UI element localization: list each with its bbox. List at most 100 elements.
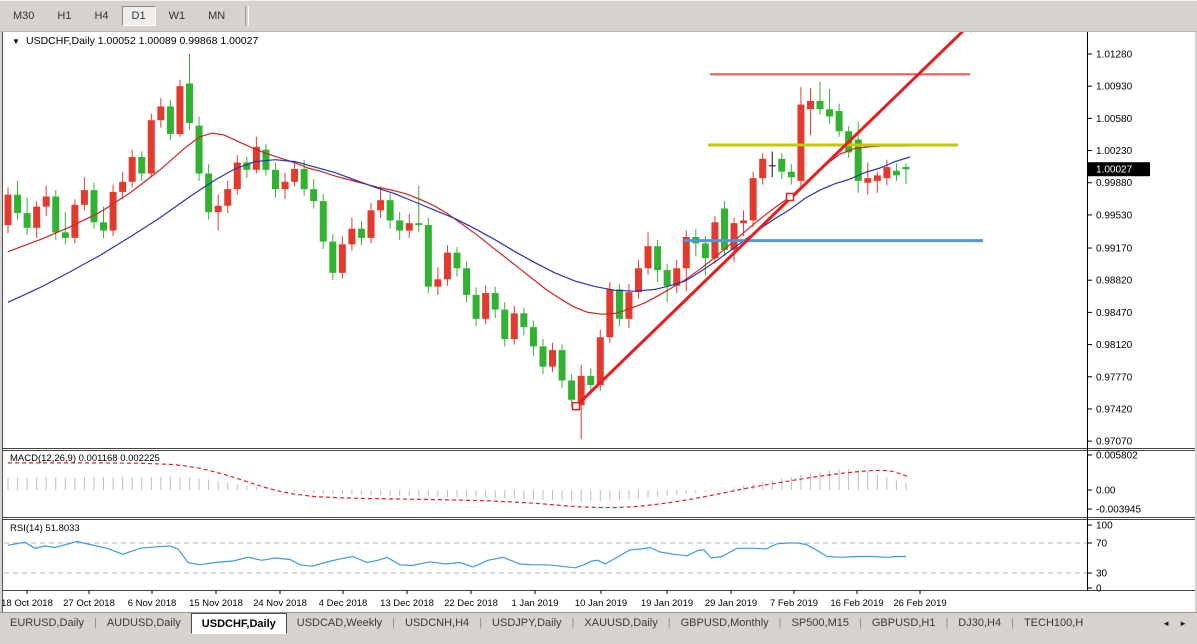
price-chart-svg: ▼ USDCHF,Daily 1.00052 1.00089 0.99868 1.… xyxy=(0,0,1197,644)
candle-body xyxy=(740,220,747,223)
date-axis-label: 24 Nov 2018 xyxy=(253,598,307,609)
candle-body xyxy=(597,337,604,385)
price-axis-label: 1.01280 xyxy=(1096,50,1133,61)
date-axis-label: 16 Feb 2019 xyxy=(830,598,883,609)
candle-body xyxy=(769,165,776,166)
timeframe-button-mn[interactable]: MN xyxy=(198,6,235,26)
date-axis-label: 27 Oct 2018 xyxy=(63,598,115,609)
candle-body xyxy=(62,232,69,238)
current-price-label: 1.00027 xyxy=(1096,165,1133,176)
price-axis-label: 0.98820 xyxy=(1096,276,1133,287)
candle-body xyxy=(272,170,279,189)
macd-axis-label: -0.003945 xyxy=(1096,505,1141,516)
candle-body xyxy=(434,279,441,286)
candle-body xyxy=(129,157,136,182)
date-axis-label: 4 Dec 2018 xyxy=(319,598,368,609)
chart-tab-eurusd[interactable]: EURUSD,Daily xyxy=(0,613,94,632)
candle-body xyxy=(645,246,652,268)
chart-tab-gbpusd[interactable]: GBPUSD,Monthly xyxy=(671,613,779,632)
candle-body xyxy=(501,310,508,339)
candle-body xyxy=(196,126,203,174)
rsi-axis-label: 0 xyxy=(1096,584,1102,595)
candle-body xyxy=(425,225,432,287)
price-axis-label: 0.97070 xyxy=(1096,437,1133,448)
date-axis-label: 18 Oct 2018 xyxy=(1,598,53,609)
macd-axis-label: 0.005802 xyxy=(1096,451,1138,462)
candle-body xyxy=(301,169,308,189)
candle-body xyxy=(482,293,489,319)
chart-tab-usdcad[interactable]: USDCAD,Weekly xyxy=(287,613,392,632)
candle-body xyxy=(520,313,527,327)
candle-body xyxy=(358,229,365,238)
chart-tab-dj30[interactable]: DJ30,H4 xyxy=(948,613,1011,632)
candle-body xyxy=(396,220,403,230)
scroll-tabs-right-button[interactable]: ► xyxy=(1179,619,1187,628)
chart-tab-xauusd[interactable]: XAUUSD,Daily xyxy=(574,613,667,632)
candle-body xyxy=(874,175,881,181)
candle-body xyxy=(406,223,413,230)
candle-body xyxy=(453,253,460,269)
rsi-label: RSI(14) 51.8033 xyxy=(10,523,80,534)
chart-title-ohlc: USDCHF,Daily 1.00052 1.00089 0.99868 1.0… xyxy=(26,35,258,47)
candle-body xyxy=(387,200,394,220)
date-axis-label: 1 Jan 2019 xyxy=(511,598,558,609)
chart-tab-usdjpy[interactable]: USDJPY,Daily xyxy=(482,613,572,632)
macd-label: MACD(12,26,9) 0.001168 0.002225 xyxy=(10,453,160,464)
chart-tab-usdcnh[interactable]: USDCNH,H4 xyxy=(395,613,479,632)
candle-body xyxy=(721,208,728,249)
collapse-triangle-icon: ▼ xyxy=(12,37,20,46)
timeframe-button-d1[interactable]: D1 xyxy=(122,6,156,26)
candle-body xyxy=(587,376,594,385)
candle-body xyxy=(100,222,107,230)
candle-body xyxy=(817,101,824,109)
candle-body xyxy=(836,111,843,131)
chart-tab-usdchf[interactable]: USDCHF,Daily xyxy=(191,613,287,634)
chart-tab-sp500[interactable]: SP500,M15 xyxy=(782,613,859,632)
candle-body xyxy=(473,295,480,319)
chart-tab-tech100[interactable]: TECH100,H xyxy=(1014,613,1093,632)
candle-body xyxy=(320,201,327,241)
chart-tab-audusd[interactable]: AUDUSD,Daily xyxy=(97,613,191,632)
price-axis-label: 1.00580 xyxy=(1096,114,1133,125)
candle-body xyxy=(415,223,422,225)
mt4-window: M30H1H4D1W1MN ▼ USDCHF,Daily 1.00052 1.00… xyxy=(0,0,1197,644)
candle-body xyxy=(339,244,346,273)
candle-body xyxy=(539,346,546,366)
date-axis-label: 10 Jan 2019 xyxy=(575,598,627,609)
timeframe-button-h4[interactable]: H4 xyxy=(84,6,118,26)
candle-body xyxy=(511,313,518,339)
date-axis-label: 15 Nov 2018 xyxy=(189,598,243,609)
toolbar-separator xyxy=(245,6,249,26)
candle-body xyxy=(807,101,814,109)
date-axis-label: 22 Dec 2018 xyxy=(444,598,498,609)
candle-body xyxy=(234,163,241,190)
candle-body xyxy=(635,268,642,292)
candle-body xyxy=(826,109,833,116)
chart-tab-gbpusd[interactable]: GBPUSD,H1 xyxy=(862,613,946,632)
candle-body xyxy=(71,205,78,238)
timeframe-button-h1[interactable]: H1 xyxy=(47,6,81,26)
candle-body xyxy=(176,86,183,134)
trend-line-anchor[interactable] xyxy=(787,193,794,200)
candle-body xyxy=(43,197,50,207)
candle-body xyxy=(893,171,900,176)
candle-body xyxy=(224,189,231,206)
candle-body xyxy=(157,106,164,120)
date-axis-label: 29 Jan 2019 xyxy=(705,598,757,609)
date-axis-label: 6 Nov 2018 xyxy=(128,598,177,609)
timeframe-button-w1[interactable]: W1 xyxy=(159,6,196,26)
candle-body xyxy=(778,159,785,172)
macd-axis-label: 0.00 xyxy=(1096,486,1116,497)
trend-line-anchor[interactable] xyxy=(573,403,580,410)
candle-body xyxy=(329,242,336,273)
candle-body xyxy=(5,195,12,225)
candle-body xyxy=(616,289,623,318)
date-axis-label: 13 Dec 2018 xyxy=(380,598,434,609)
scroll-tabs-left-button[interactable]: ◄ xyxy=(1162,619,1170,628)
timeframe-button-m30[interactable]: M30 xyxy=(3,6,44,26)
candle-body xyxy=(81,190,88,205)
candle-body xyxy=(377,200,384,210)
tab-scroll-arrows: ◄► xyxy=(1162,613,1197,628)
candle-body xyxy=(750,178,757,220)
candle-body xyxy=(463,268,470,295)
